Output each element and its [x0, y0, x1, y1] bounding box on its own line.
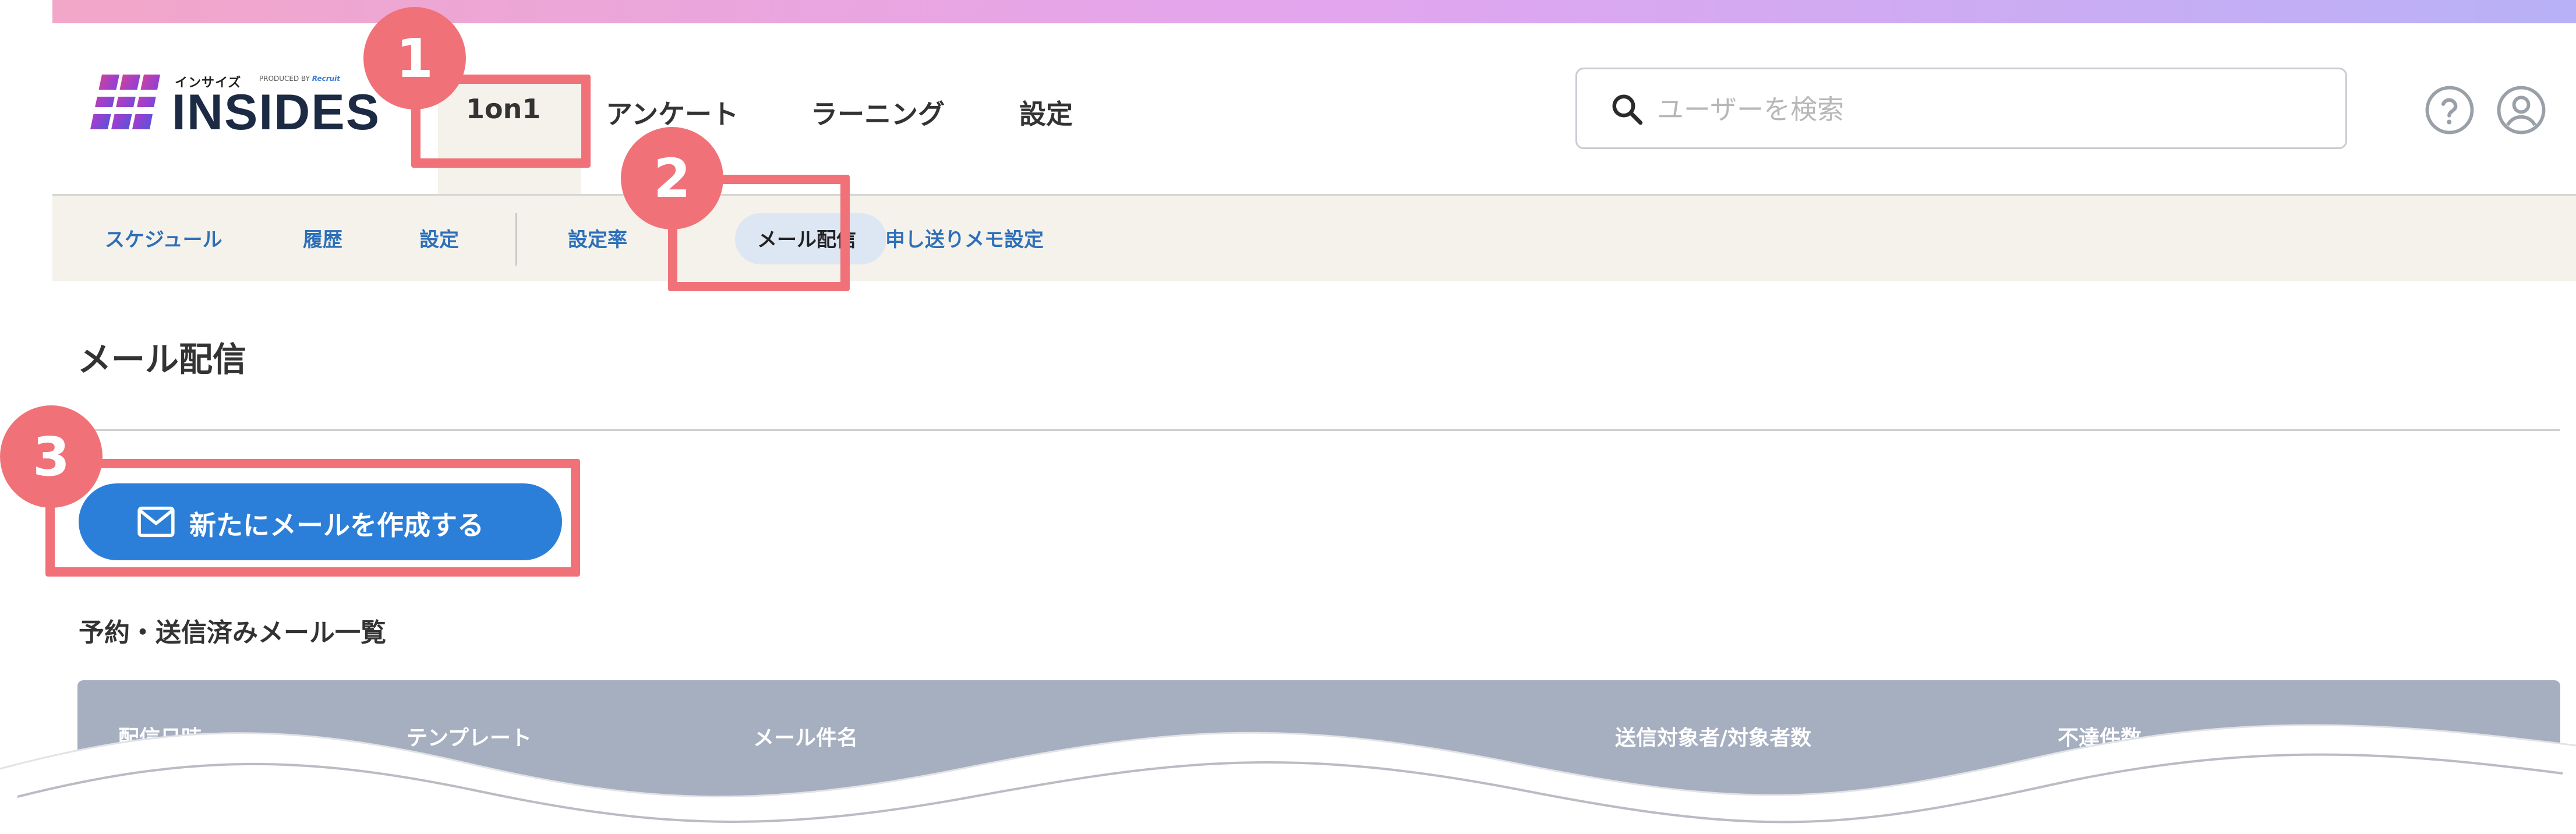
brand-produced-by: PRODUCED BY Recruit	[259, 75, 341, 83]
step-badge-1: 1	[363, 7, 466, 109]
step-badge-3: 3	[0, 405, 103, 508]
step-badge-2: 2	[621, 127, 723, 229]
user-search[interactable]	[1575, 68, 2347, 149]
subnav-item-setting-rate[interactable]: 設定率	[568, 224, 627, 252]
divider	[77, 429, 2560, 431]
insides-logo-icon	[84, 75, 160, 129]
nav-item-learning[interactable]: ラーニング	[811, 93, 945, 132]
search-icon	[1612, 94, 1643, 125]
subnav-item-history[interactable]: 履歴	[303, 224, 342, 252]
subnav-item-schedule[interactable]: スケジュール	[105, 224, 222, 252]
brand-name: INSIDES	[172, 84, 381, 140]
page-title: メール配信	[77, 340, 247, 379]
mail-list-title: 予約・送信済みメール一覧	[79, 618, 386, 648]
user-account-icon[interactable]	[2496, 84, 2547, 136]
search-input[interactable]	[1656, 86, 2299, 133]
nav-item-settings[interactable]: 設定	[1019, 93, 1073, 132]
subnav-divider	[515, 213, 517, 266]
help-icon[interactable]	[2424, 84, 2475, 136]
torn-edge-wave	[0, 724, 2576, 834]
highlight-box-3	[45, 459, 580, 577]
app-window: インサイズ PRODUCED BY Recruit INSIDES 1on1 ア…	[0, 0, 2576, 834]
brand-logo[interactable]: インサイズ PRODUCED BY Recruit INSIDES	[84, 70, 379, 137]
subnav-item-settings[interactable]: 設定	[419, 224, 459, 252]
sub-navigation: スケジュール 履歴 設定 設定率 メール配信 申し送りメモ設定	[52, 194, 2576, 281]
subnav-item-handover-memo-settings[interactable]: 申し送りメモ設定	[885, 224, 1044, 252]
nav-item-survey[interactable]: アンケート	[606, 93, 738, 132]
